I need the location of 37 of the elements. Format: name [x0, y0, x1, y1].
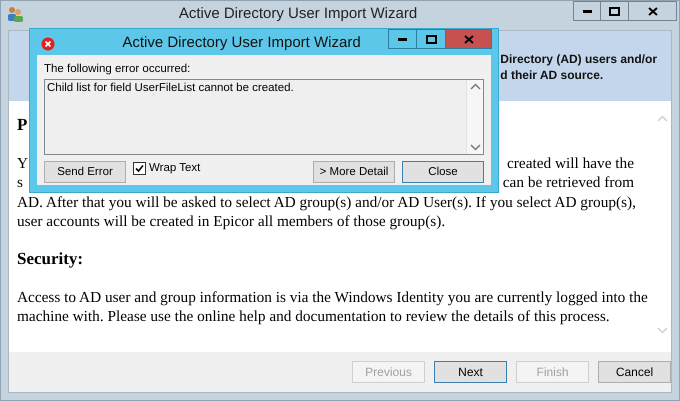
minimize-button[interactable]: [573, 1, 601, 21]
minimize-icon: [398, 38, 407, 40]
maximize-icon: [609, 6, 620, 16]
send-error-button[interactable]: Send Error: [44, 161, 126, 183]
dialog-button[interactable]: > More Detail: [313, 161, 395, 183]
paragraph-text: user accounts will be created in Epicor all members of those group(s).: [17, 212, 446, 232]
paragraph-text: AD. After that you will be asked to select AD group(s) and/or AD User(s). If you select AD group(s),: [17, 192, 636, 212]
error-text-area[interactable]: Child list for field UserFileList cannot be created.: [44, 79, 484, 155]
wrap-text-checkbox[interactable]: [133, 162, 146, 174]
scroll-down-icon[interactable]: [470, 144, 480, 151]
close-icon: [648, 6, 658, 16]
section-heading: P: [17, 115, 28, 135]
dialog-button[interactable]: Close: [402, 161, 484, 183]
banner-text: Directory (AD) users and/or: [500, 51, 657, 66]
maximize-button[interactable]: [601, 1, 629, 21]
maximize-icon: [426, 34, 436, 44]
paragraph-text: Access to AD user and group information is via the Windows Identity you are currently logged into the: [17, 288, 648, 308]
wizard-button[interactable]: Cancel: [598, 361, 671, 383]
message-label: The following error occurred:: [44, 62, 192, 76]
wizard-button[interactable]: Next: [434, 361, 507, 383]
dialog-title: Active Directory User Import Wizard: [121, 33, 362, 53]
paragraph-text: Y: [17, 154, 28, 174]
users-icon: [7, 6, 23, 22]
paragraph-text: created will have the: [507, 154, 634, 174]
banner-text: d their AD source.: [500, 67, 604, 82]
window-title: Active Directory User Import Wizard: [178, 4, 418, 24]
paragraph-text: machine with. Please use the online help and documentation to review the details of this process.: [17, 307, 610, 327]
minimize-icon: [582, 10, 592, 12]
error-icon: [41, 37, 55, 51]
paragraph-text: can be retrieved from: [502, 173, 634, 193]
checkbox-label: Wrap Text: [149, 162, 200, 174]
close-button[interactable]: [629, 1, 677, 21]
scroll-up-icon[interactable]: [470, 83, 480, 90]
paragraph-text: s: [17, 173, 23, 193]
close-icon: [464, 34, 474, 44]
minimize-button[interactable]: [388, 29, 417, 49]
section-heading: Security:: [17, 249, 84, 270]
